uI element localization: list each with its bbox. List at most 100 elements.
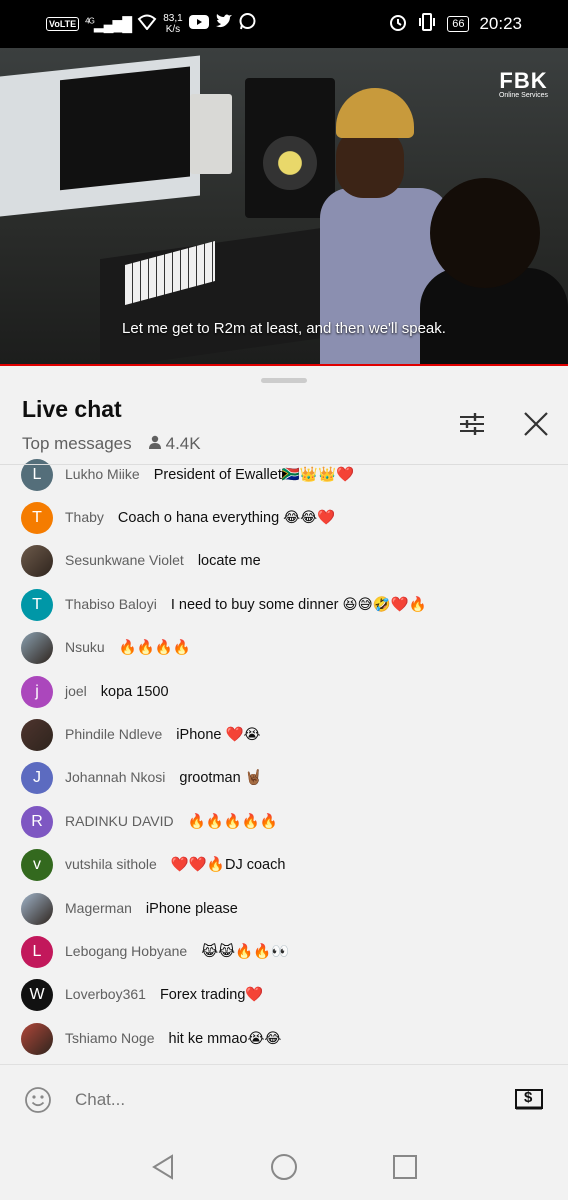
channel-logo-subtext: Online Services <box>498 92 548 99</box>
live-chat-title: Live chat <box>22 396 122 422</box>
message-author[interactable]: Lukho Miike <box>65 466 140 482</box>
twitter-icon <box>215 14 233 34</box>
avatar[interactable] <box>21 545 53 578</box>
message-line: Tshiamo Noge hit ke mmao😭😂 <box>65 1030 281 1048</box>
message-text: 🔥🔥🔥🔥 <box>118 640 191 657</box>
message-text: Forex trading❤️ <box>159 987 264 1004</box>
message-line: Johannah Nkosi grootman 🤘🏾 <box>65 769 263 787</box>
video-player[interactable]: FBK Online Services Let me get to R2m at… <box>0 48 568 366</box>
avatar[interactable]: R <box>21 805 53 838</box>
video-progress-bar[interactable] <box>0 364 568 366</box>
message-line: Lebogang Hobyane 😹😹🔥🔥👀 <box>65 943 289 961</box>
message-author[interactable]: RADINKU DAVID <box>65 813 174 829</box>
close-chat-button[interactable] <box>520 408 552 440</box>
avatar[interactable]: T <box>21 588 53 621</box>
avatar[interactable]: L <box>21 935 53 968</box>
smiley-icon <box>24 1087 52 1118</box>
nav-back-button[interactable] <box>148 1152 178 1182</box>
chat-subheader: Top messages 4.4K <box>22 434 201 454</box>
message-text: iPhone ❤️😭 <box>176 727 261 744</box>
network-speed: 83,1 K/s <box>163 13 182 35</box>
chat-message[interactable]: R RADINKU DAVID 🔥🔥🔥🔥🔥 <box>0 800 568 843</box>
avatar[interactable]: W <box>21 979 53 1012</box>
avatar[interactable]: v <box>21 849 53 882</box>
avatar[interactable] <box>21 892 53 925</box>
message-author[interactable]: Thabiso Baloyi <box>65 596 157 612</box>
message-author[interactable]: Thaby <box>65 509 104 525</box>
status-left: VoLTE 4G▂▄▆█ 83,1 K/s <box>46 10 256 38</box>
avatar[interactable] <box>21 632 53 665</box>
message-text: 😹😹🔥🔥👀 <box>201 943 290 960</box>
chat-message[interactable]: T Thabiso Baloyi I need to buy some dinner… <box>0 583 568 626</box>
message-author[interactable]: Lebogang Hobyane <box>65 943 187 959</box>
status-right: 66 20:23 <box>389 10 522 38</box>
message-line: Sesunkwane Violet locate me <box>65 552 261 570</box>
message-author[interactable]: joel <box>65 683 87 699</box>
chat-message[interactable]: J Johannah Nkosi grootman 🤘🏾 <box>0 757 568 800</box>
chat-message-list[interactable]: L Lukho Miike President of Ewallet🇿🇦👑👑❤️ T T… <box>0 453 568 1060</box>
chat-message[interactable]: Nsuku 🔥🔥🔥🔥 <box>0 627 568 670</box>
video-scene-guest <box>420 178 568 366</box>
message-author[interactable]: Nsuku <box>65 639 105 655</box>
viewer-count-value: 4.4K <box>165 434 201 453</box>
chat-message[interactable]: T Thaby Coach o hana everything 😂😂❤️ <box>0 496 568 539</box>
chat-message[interactable]: Tshiamo Noge hit ke mmao😭😂 <box>0 1017 568 1060</box>
whatsapp-icon <box>239 13 256 35</box>
chat-input[interactable] <box>75 1085 475 1115</box>
person-icon <box>148 434 162 454</box>
video-scene-monitor <box>0 55 200 217</box>
chat-message[interactable]: j joel kopa 1500 <box>0 670 568 713</box>
message-author[interactable]: Loverboy361 <box>65 986 146 1002</box>
message-line: Loverboy361 Forex trading❤️ <box>65 986 263 1004</box>
chat-message[interactable]: Sesunkwane Violet locate me <box>0 540 568 583</box>
message-author[interactable]: Tshiamo Noge <box>65 1030 155 1046</box>
message-author[interactable]: Magerman <box>65 900 132 916</box>
clock: 20:23 <box>479 14 522 33</box>
nav-home-button[interactable] <box>269 1152 299 1182</box>
video-caption: Let me get to R2m at least, and then we'… <box>122 320 446 337</box>
message-line: Thabiso Baloyi I need to buy some dinner … <box>65 596 427 614</box>
drag-handle[interactable] <box>261 378 307 383</box>
message-text: ❤️❤️🔥DJ coach <box>170 857 286 874</box>
volte-badge: VoLTE <box>46 17 80 31</box>
avatar[interactable] <box>21 719 53 752</box>
message-line: vutshila sithole ❤️❤️🔥DJ coach <box>65 856 285 874</box>
avatar[interactable]: J <box>21 762 53 795</box>
message-author[interactable]: Johannah Nkosi <box>65 769 165 785</box>
chat-message[interactable]: W Loverboy361 Forex trading❤️ <box>0 974 568 1017</box>
chat-message[interactable]: v vutshila sithole ❤️❤️🔥DJ coach <box>0 844 568 887</box>
speed-value: 83,1 <box>163 13 183 24</box>
battery-indicator: 66 <box>447 16 470 32</box>
wifi-icon <box>137 14 157 35</box>
message-author[interactable]: Sesunkwane Violet <box>65 552 184 568</box>
message-text: iPhone please <box>145 900 238 917</box>
nav-recents-button[interactable] <box>390 1152 420 1182</box>
message-text: hit ke mmao😭😂 <box>168 1030 282 1047</box>
dollar-symbol: $ <box>524 1089 533 1106</box>
message-author[interactable]: Phindile Ndleve <box>65 726 162 742</box>
super-chat-button[interactable]: $ <box>515 1089 543 1111</box>
alarm-icon <box>389 13 407 36</box>
chat-message[interactable]: Magerman iPhone please <box>0 887 568 930</box>
chat-message[interactable]: L Lukho Miike President of Ewallet🇿🇦👑👑❤️ <box>0 453 568 496</box>
message-text: grootman 🤘🏾 <box>179 770 263 787</box>
avatar[interactable]: T <box>21 502 53 535</box>
filter-button[interactable] <box>456 408 488 440</box>
home-icon <box>269 1154 299 1186</box>
message-text: Coach o hana everything 😂😂❤️ <box>117 510 336 527</box>
vibrate-icon <box>417 12 437 36</box>
top-messages-dropdown[interactable]: Top messages <box>22 434 132 454</box>
message-author[interactable]: vutshila sithole <box>65 856 157 872</box>
message-text: locate me <box>197 553 261 570</box>
recents-icon <box>390 1155 420 1186</box>
chat-message[interactable]: L Lebogang Hobyane 😹😹🔥🔥👀 <box>0 930 568 973</box>
chat-message[interactable]: Phindile Ndleve iPhone ❤️😭 <box>0 713 568 756</box>
avatar[interactable] <box>21 1022 53 1055</box>
message-text: I need to buy some dinner 😆😅🤣❤️🔥 <box>170 596 427 613</box>
filter-icon <box>456 413 488 444</box>
speed-unit: K/s <box>165 24 181 35</box>
message-line: Magerman iPhone please <box>65 900 238 918</box>
message-text: 🔥🔥🔥🔥🔥 <box>187 813 278 830</box>
emoji-button[interactable] <box>24 1086 52 1114</box>
avatar[interactable]: j <box>21 675 53 708</box>
